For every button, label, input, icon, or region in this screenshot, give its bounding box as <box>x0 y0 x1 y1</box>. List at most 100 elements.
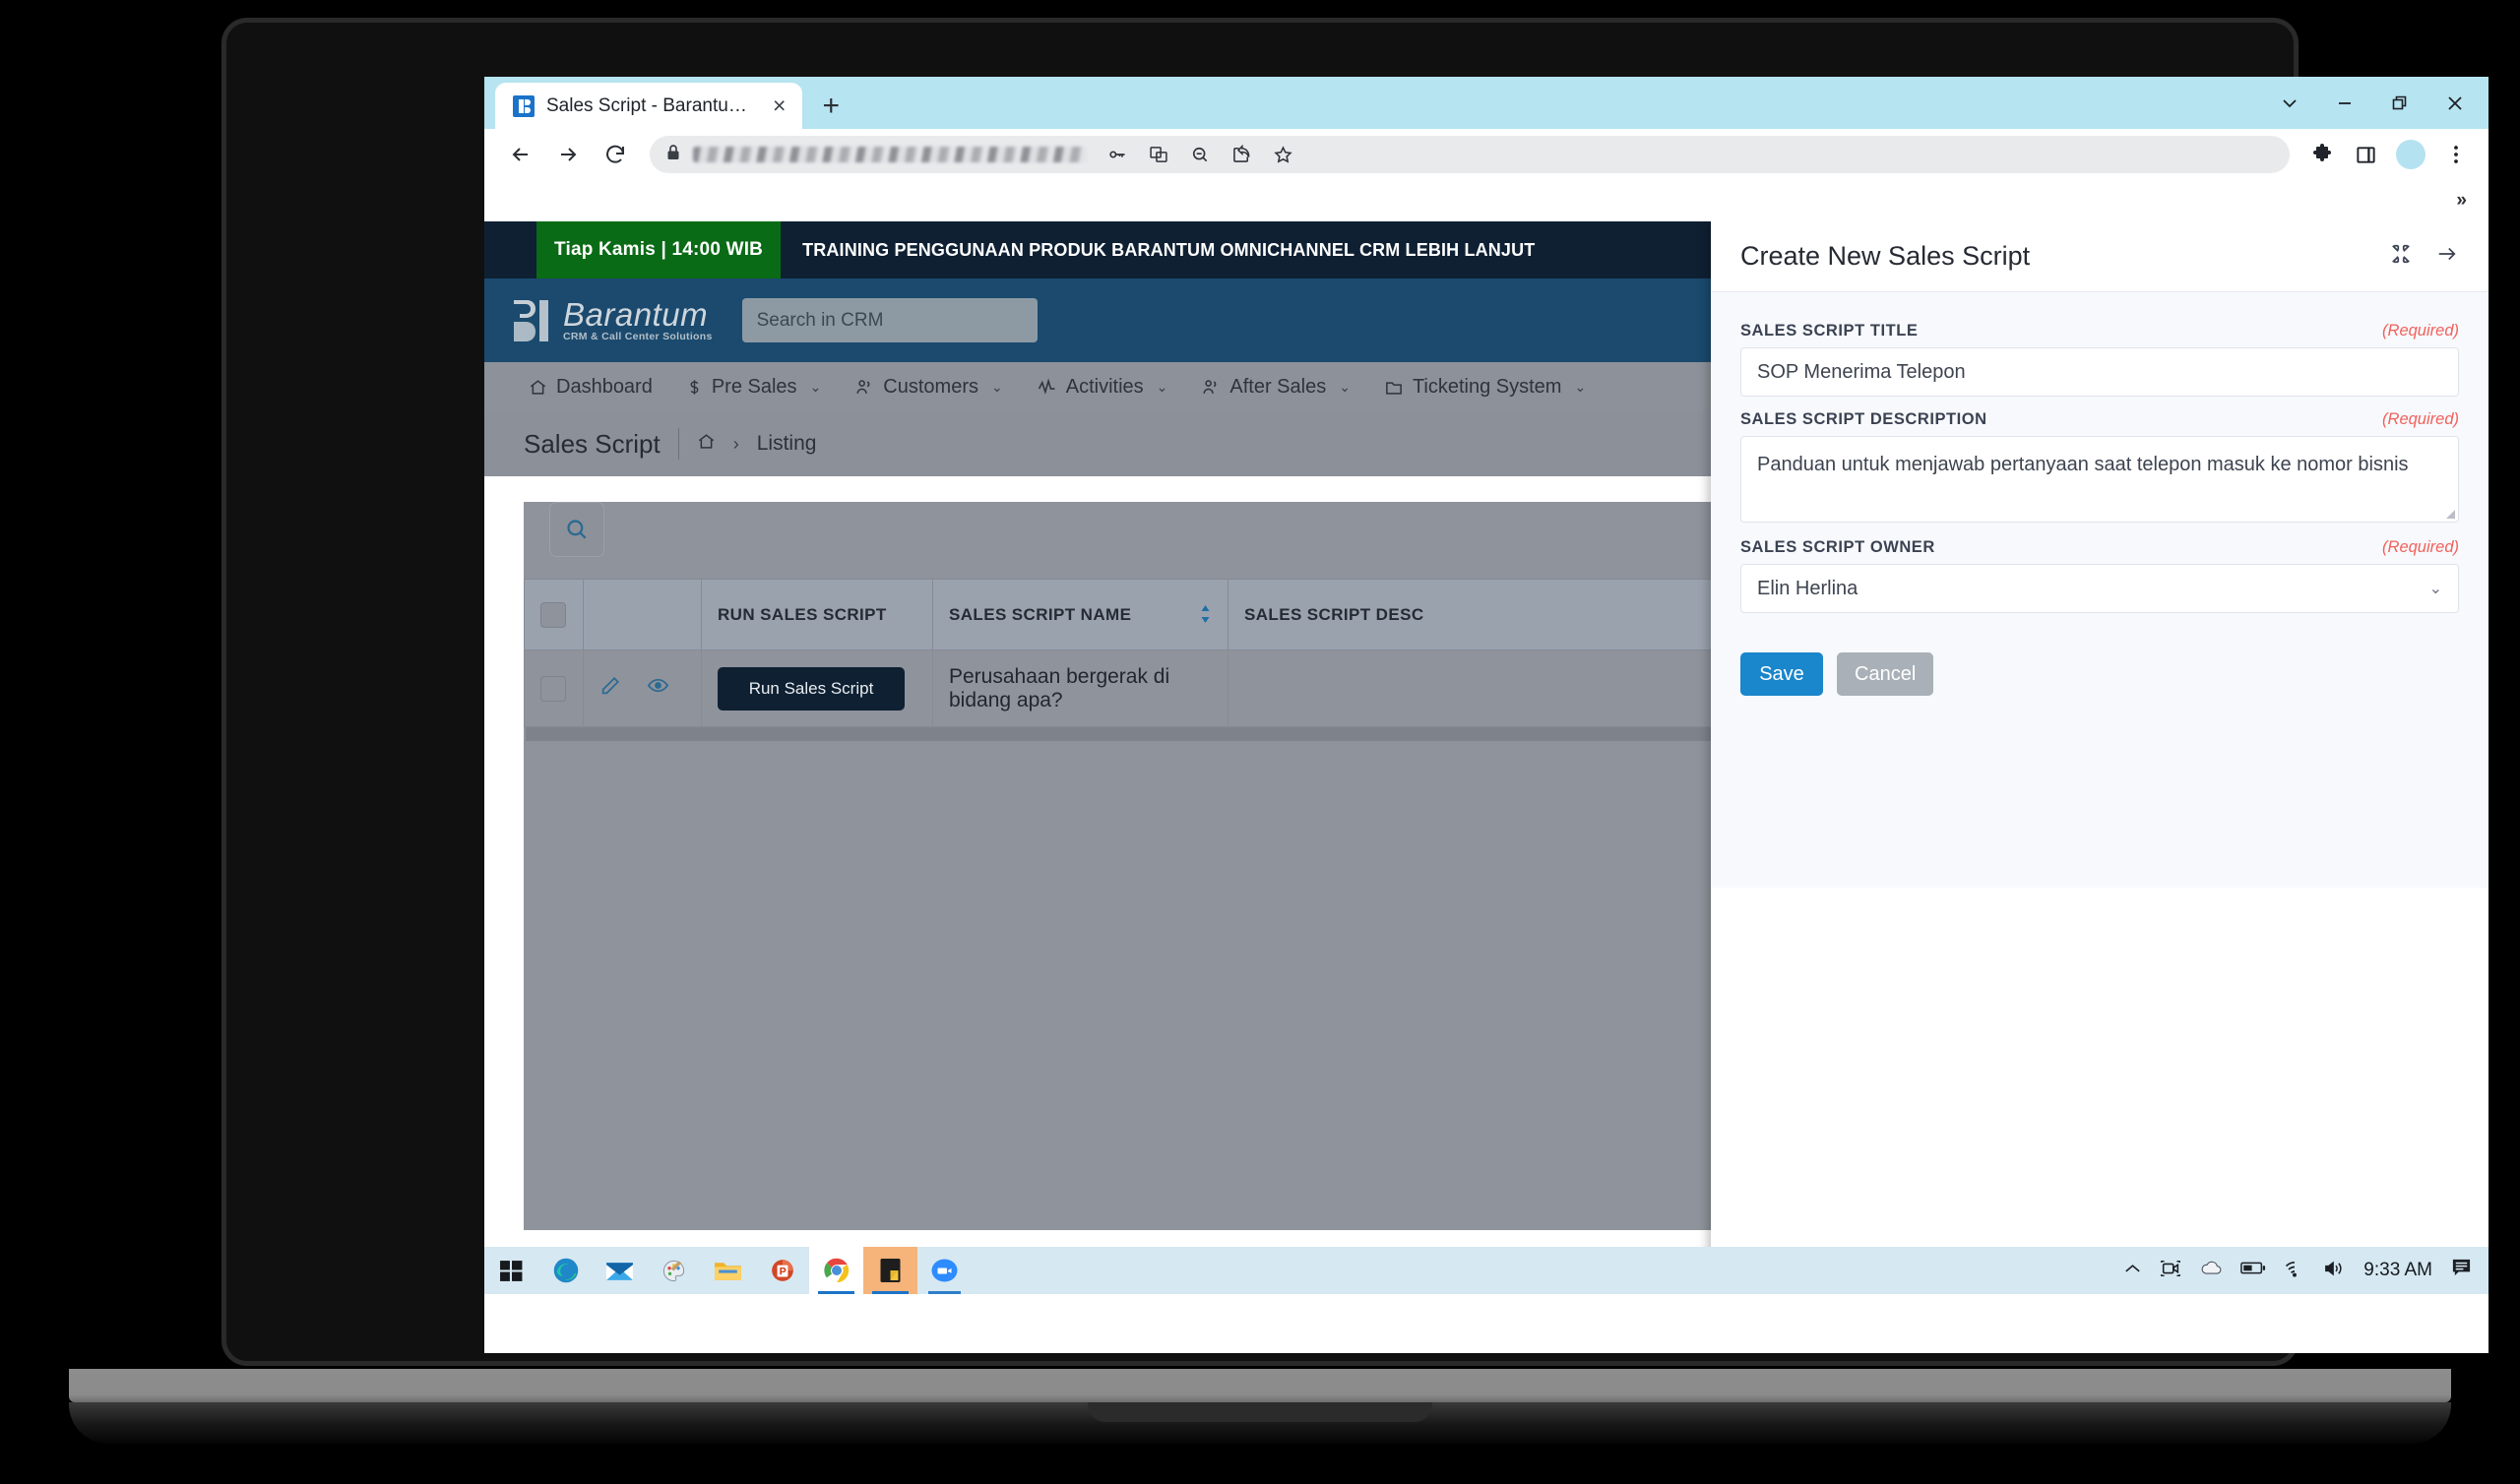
wifi-icon[interactable] <box>2284 1260 2305 1282</box>
kebab-menu-icon[interactable] <box>2437 136 2475 173</box>
chrome-icon[interactable] <box>809 1247 863 1294</box>
sticky-notes-icon[interactable] <box>863 1247 917 1294</box>
people-icon <box>1201 378 1221 397</box>
back-arrow-icon[interactable] <box>500 134 541 175</box>
address-bar[interactable] <box>650 136 2290 173</box>
translate-icon[interactable] <box>1140 136 1177 173</box>
browser-tab[interactable]: Sales Script - Barantum CRM × <box>495 83 803 129</box>
eye-icon[interactable] <box>647 674 669 703</box>
nav-item-dashboard[interactable]: Dashboard <box>512 362 669 411</box>
windows-taskbar: 9:33 AM <box>484 1247 2488 1294</box>
windows-start-icon[interactable] <box>484 1247 538 1294</box>
screenshot-scene: MacBook Pro Sales Script - Barantum CRM … <box>0 0 2520 1484</box>
minimize-icon[interactable] <box>2317 77 2372 129</box>
row-select-cell <box>524 649 584 727</box>
sort-arrows-icon[interactable] <box>1199 604 1212 626</box>
nav-item-customers[interactable]: Customers ⌄ <box>838 362 1019 411</box>
sales-script-owner-select[interactable]: Elin Herlina ⌄ <box>1740 564 2459 613</box>
grid-search-button[interactable] <box>549 502 604 557</box>
zoom-camera-icon[interactable] <box>2160 1259 2181 1283</box>
tab-close-icon[interactable]: × <box>771 94 788 117</box>
taskbar-apps <box>484 1247 972 1294</box>
sales-script-description-textarea[interactable]: Panduan untuk menjawab pertanyaan saat t… <box>1740 436 2459 523</box>
pencil-icon[interactable] <box>599 675 621 703</box>
profile-avatar[interactable] <box>2396 140 2426 169</box>
volume-icon[interactable] <box>2323 1260 2346 1282</box>
edge-icon[interactable] <box>538 1247 593 1294</box>
nav-label: After Sales <box>1229 375 1327 398</box>
chevron-down-icon: ⌄ <box>1574 378 1587 395</box>
nav-item-after-sales[interactable]: After Sales ⌄ <box>1184 362 1367 411</box>
field-label: SALES SCRIPT TITLE <box>1740 322 1919 340</box>
notification-icon[interactable] <box>2450 1258 2473 1283</box>
chevron-down-icon: ⌄ <box>991 378 1003 395</box>
file-explorer-icon[interactable] <box>701 1247 755 1294</box>
selected-owner: Elin Herlina <box>1757 577 1858 599</box>
nav-label: Pre Sales <box>711 375 797 398</box>
key-icon[interactable] <box>1099 136 1136 173</box>
panel-header: Create New Sales Script <box>1711 221 2488 292</box>
panel-form: SALES SCRIPT TITLE (Required) SOP Meneri… <box>1711 292 2488 888</box>
crm-search-input[interactable]: Search in CRM <box>741 298 1038 342</box>
folder-icon <box>1384 378 1404 397</box>
save-button[interactable]: Save <box>1740 652 1823 696</box>
barantum-logo-icon <box>512 298 551 343</box>
barantum-logo-text: Barantum CRM & Call Center Solutions <box>563 297 713 343</box>
sales-script-title-input[interactable]: SOP Menerima Telepon <box>1740 347 2459 397</box>
side-panel-icon[interactable] <box>2347 136 2384 173</box>
run-sales-script-button[interactable]: Run Sales Script <box>718 666 905 711</box>
nav-item-ticketing-system[interactable]: Ticketing System ⌄ <box>1367 362 1603 411</box>
powerpoint-icon[interactable] <box>755 1247 809 1294</box>
arrow-right-icon[interactable] <box>2435 243 2459 270</box>
field-label: SALES SCRIPT DESCRIPTION <box>1740 410 1987 428</box>
forward-arrow-icon[interactable] <box>547 134 589 175</box>
create-sales-script-panel: Create New Sales Script SALES SCRIPT TIT… <box>1711 221 2488 1294</box>
restore-icon[interactable] <box>2372 77 2427 129</box>
field-sales-script-title: SALES SCRIPT TITLE (Required) SOP Meneri… <box>1740 322 2459 397</box>
share-icon[interactable] <box>1223 136 1260 173</box>
breadcrumb-home-icon[interactable] <box>697 432 716 456</box>
zoom-out-icon[interactable] <box>1181 136 1219 173</box>
nav-label: Ticketing System <box>1412 375 1562 398</box>
laptop-bezel: MacBook Pro Sales Script - Barantum CRM … <box>221 18 2488 1366</box>
required-label: (Required) <box>2382 538 2459 556</box>
nav-label: Activities <box>1065 375 1144 398</box>
taskbar-clock[interactable]: 9:33 AM <box>2363 1260 2432 1281</box>
col-run-sales-script: RUN SALES SCRIPT <box>701 579 933 650</box>
close-icon[interactable] <box>2427 77 2483 129</box>
battery-icon[interactable] <box>2240 1261 2266 1280</box>
reload-icon[interactable] <box>595 134 636 175</box>
chevron-down-icon: ⌄ <box>1339 378 1351 395</box>
field-label: SALES SCRIPT OWNER <box>1740 538 1935 556</box>
extensions-puzzle-icon[interactable] <box>2303 136 2341 173</box>
bookmark-star-icon[interactable] <box>1264 136 1301 173</box>
tab-search-chevron-icon[interactable] <box>2262 77 2317 129</box>
col-label: SALES SCRIPT NAME <box>949 604 1132 624</box>
barantum-logo[interactable]: Barantum CRM & Call Center Solutions <box>512 297 713 343</box>
nav-item-pre-sales[interactable]: Pre Sales ⌄ <box>669 362 838 411</box>
select-all-checkbox[interactable] <box>540 601 566 628</box>
breadcrumb-separator: › <box>732 433 739 454</box>
nav-item-activities[interactable]: Activities ⌄ <box>1020 362 1185 411</box>
mail-icon[interactable] <box>593 1247 647 1294</box>
home-icon <box>529 378 547 397</box>
row-checkbox[interactable] <box>540 675 566 702</box>
crm-search-placeholder: Search in CRM <box>756 309 884 331</box>
cancel-button[interactable]: Cancel <box>1837 652 1934 696</box>
collapse-icon[interactable] <box>2390 243 2412 270</box>
pulse-icon <box>1037 377 1057 397</box>
field-sales-script-owner: SALES SCRIPT OWNER (Required) Elin Herli… <box>1740 538 2459 613</box>
paint-icon[interactable] <box>647 1247 701 1294</box>
required-label: (Required) <box>2382 322 2459 340</box>
lock-icon <box>665 144 681 166</box>
onedrive-icon[interactable] <box>2199 1260 2223 1281</box>
chevron-up-icon[interactable] <box>2123 1262 2142 1280</box>
new-tab-button[interactable]: + <box>822 92 840 121</box>
col-sales-script-name[interactable]: SALES SCRIPT NAME <box>932 579 1228 650</box>
browser-toolbar <box>484 129 2488 180</box>
dollar-icon <box>686 378 703 397</box>
field-sales-script-description: SALES SCRIPT DESCRIPTION (Required) Pand… <box>1740 410 2459 523</box>
laptop-base <box>69 1369 2451 1402</box>
bookmarks-overflow-icon[interactable]: » <box>2456 190 2467 212</box>
zoom-icon[interactable] <box>917 1247 972 1294</box>
